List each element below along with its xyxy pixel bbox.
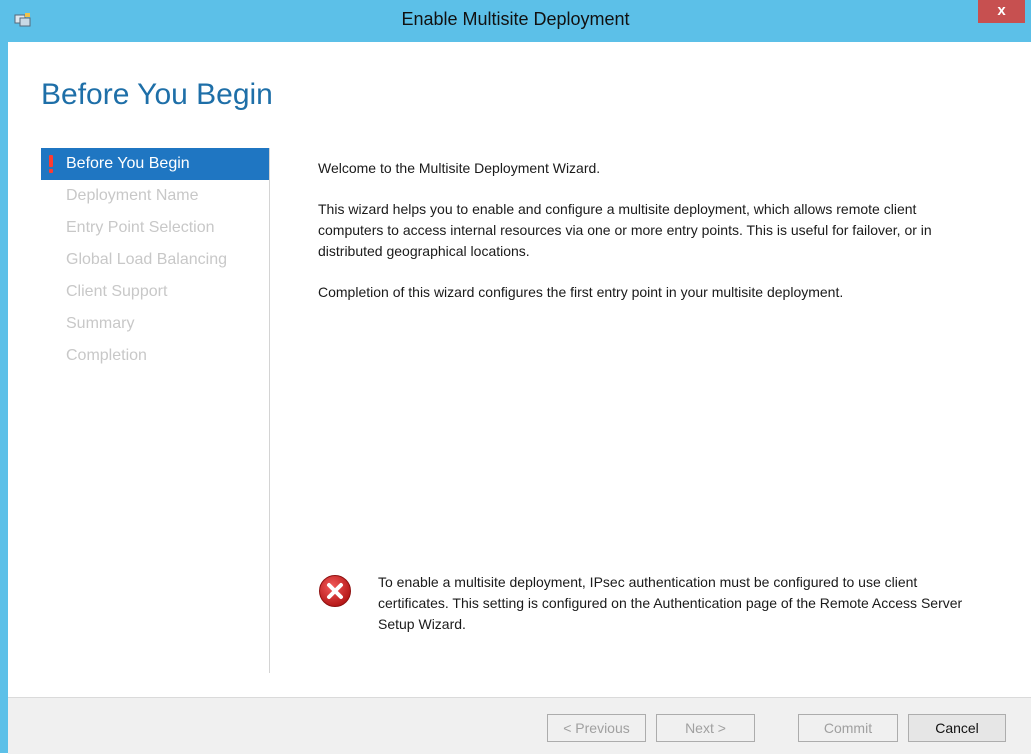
wizard-window: Enable Multisite Deployment x Before You… <box>0 0 1031 754</box>
next-button[interactable]: Next > <box>656 714 755 742</box>
error-message-text: To enable a multisite deployment, IPsec … <box>378 574 963 632</box>
nav-item-deployment-name[interactable]: Deployment Name <box>41 180 269 212</box>
nav-item-label: Global Load Balancing <box>66 251 228 268</box>
nav-item-label: Entry Point Selection <box>66 219 215 236</box>
error-message-box: To enable a multisite deployment, IPsec … <box>318 572 978 642</box>
nav-item-global-load-balancing[interactable]: Global Load Balancing <box>41 244 269 276</box>
title-bar: Enable Multisite Deployment x <box>0 0 1031 42</box>
commit-button[interactable]: Commit <box>798 714 898 742</box>
wizard-step-nav: Before You Begin Deployment Name Entry P… <box>41 148 269 372</box>
error-icon <box>319 575 351 607</box>
nav-item-before-you-begin[interactable]: Before You Begin <box>41 148 269 180</box>
previous-button[interactable]: < Previous <box>547 714 646 742</box>
nav-divider <box>269 148 270 673</box>
nav-item-summary[interactable]: Summary <box>41 308 269 340</box>
completion-note-text: Completion of this wizard configures the… <box>318 284 844 300</box>
wizard-footer: < Previous Next > Commit Cancel <box>8 697 1031 754</box>
wizard-content: Welcome to the Multisite Deployment Wiza… <box>318 158 978 323</box>
window-title: Enable Multisite Deployment <box>401 9 630 29</box>
nav-item-entry-point-selection[interactable]: Entry Point Selection <box>41 212 269 244</box>
wizard-body: Before You Begin Before You Begin Deploy… <box>8 42 1031 754</box>
cancel-button[interactable]: Cancel <box>908 714 1006 742</box>
page-title: Before You Begin <box>41 78 273 111</box>
nav-item-label: Deployment Name <box>66 187 199 204</box>
close-button[interactable]: x <box>978 0 1025 23</box>
nav-item-label: Completion <box>66 347 147 364</box>
welcome-text: Welcome to the Multisite Deployment Wiza… <box>318 160 601 176</box>
nav-item-label: Client Support <box>66 283 168 300</box>
warning-icon <box>49 155 53 173</box>
nav-item-label: Before You Begin <box>66 155 190 172</box>
nav-item-completion[interactable]: Completion <box>41 340 269 372</box>
nav-item-label: Summary <box>66 315 135 332</box>
nav-item-client-support[interactable]: Client Support <box>41 276 269 308</box>
description-text: This wizard helps you to enable and conf… <box>318 201 932 259</box>
